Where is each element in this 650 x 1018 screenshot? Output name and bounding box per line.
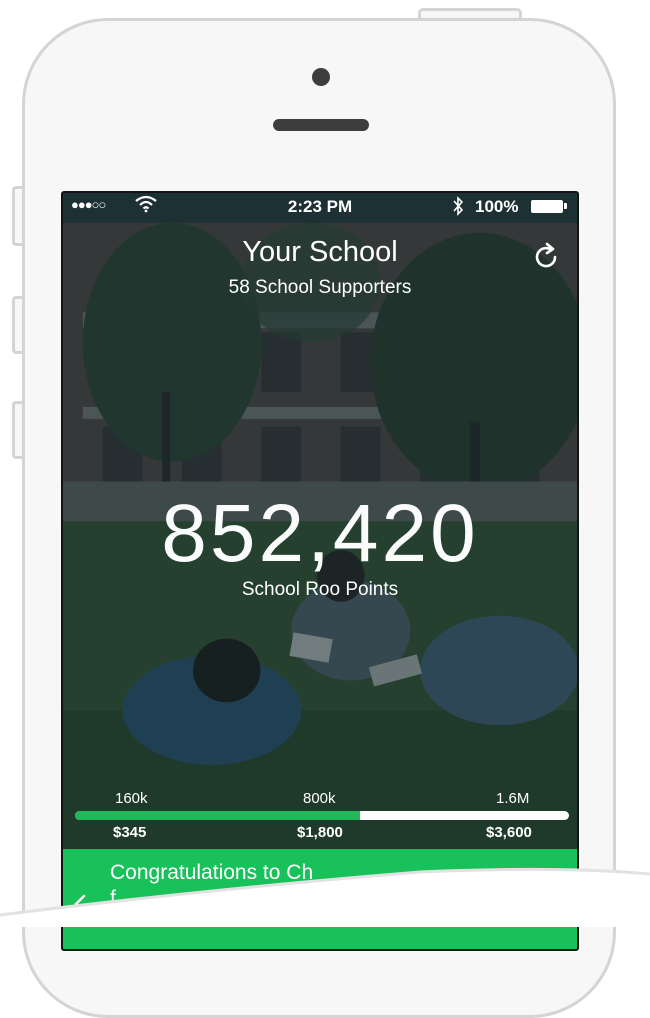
refresh-icon[interactable] [530, 241, 562, 273]
battery-tip [564, 203, 567, 209]
chevron-left-icon[interactable] [73, 893, 87, 921]
status-bar: ●●●○○ 2:23 PM 100% [63, 193, 577, 221]
milestone-points-3: 1.6M [496, 790, 530, 807]
school-points: 852,420 [63, 487, 577, 581]
banner-text: Congratulations to Ch [110, 861, 314, 884]
milestone-dollars-3: $3,600 [486, 824, 532, 841]
app-screen: ●●●○○ 2:23 PM 100% Your School 58 School… [61, 191, 579, 951]
page-title: Your School [242, 236, 398, 268]
battery-icon [531, 200, 563, 213]
school-points-label: School Roo Points [241, 579, 399, 600]
milestone-points-1: 160k [115, 790, 148, 807]
congratulations-banner[interactable]: Congratulations to Ch f [63, 849, 577, 949]
progress-track [75, 811, 569, 820]
banner-text-line2: f [110, 887, 116, 910]
phone-camera [312, 68, 330, 86]
bluetooth-icon [451, 195, 465, 222]
battery-percent: 100% [475, 197, 519, 216]
supporters-count: 58 School Supporters [228, 277, 412, 298]
milestone-dollars-2: $1,800 [297, 824, 343, 841]
milestone-dollars-1: $345 [113, 824, 147, 841]
milestone-points-2: 800k [303, 790, 336, 807]
school-points-value: 852,420 [161, 488, 479, 579]
progress-fill [75, 811, 361, 820]
phone-speaker [273, 119, 369, 131]
